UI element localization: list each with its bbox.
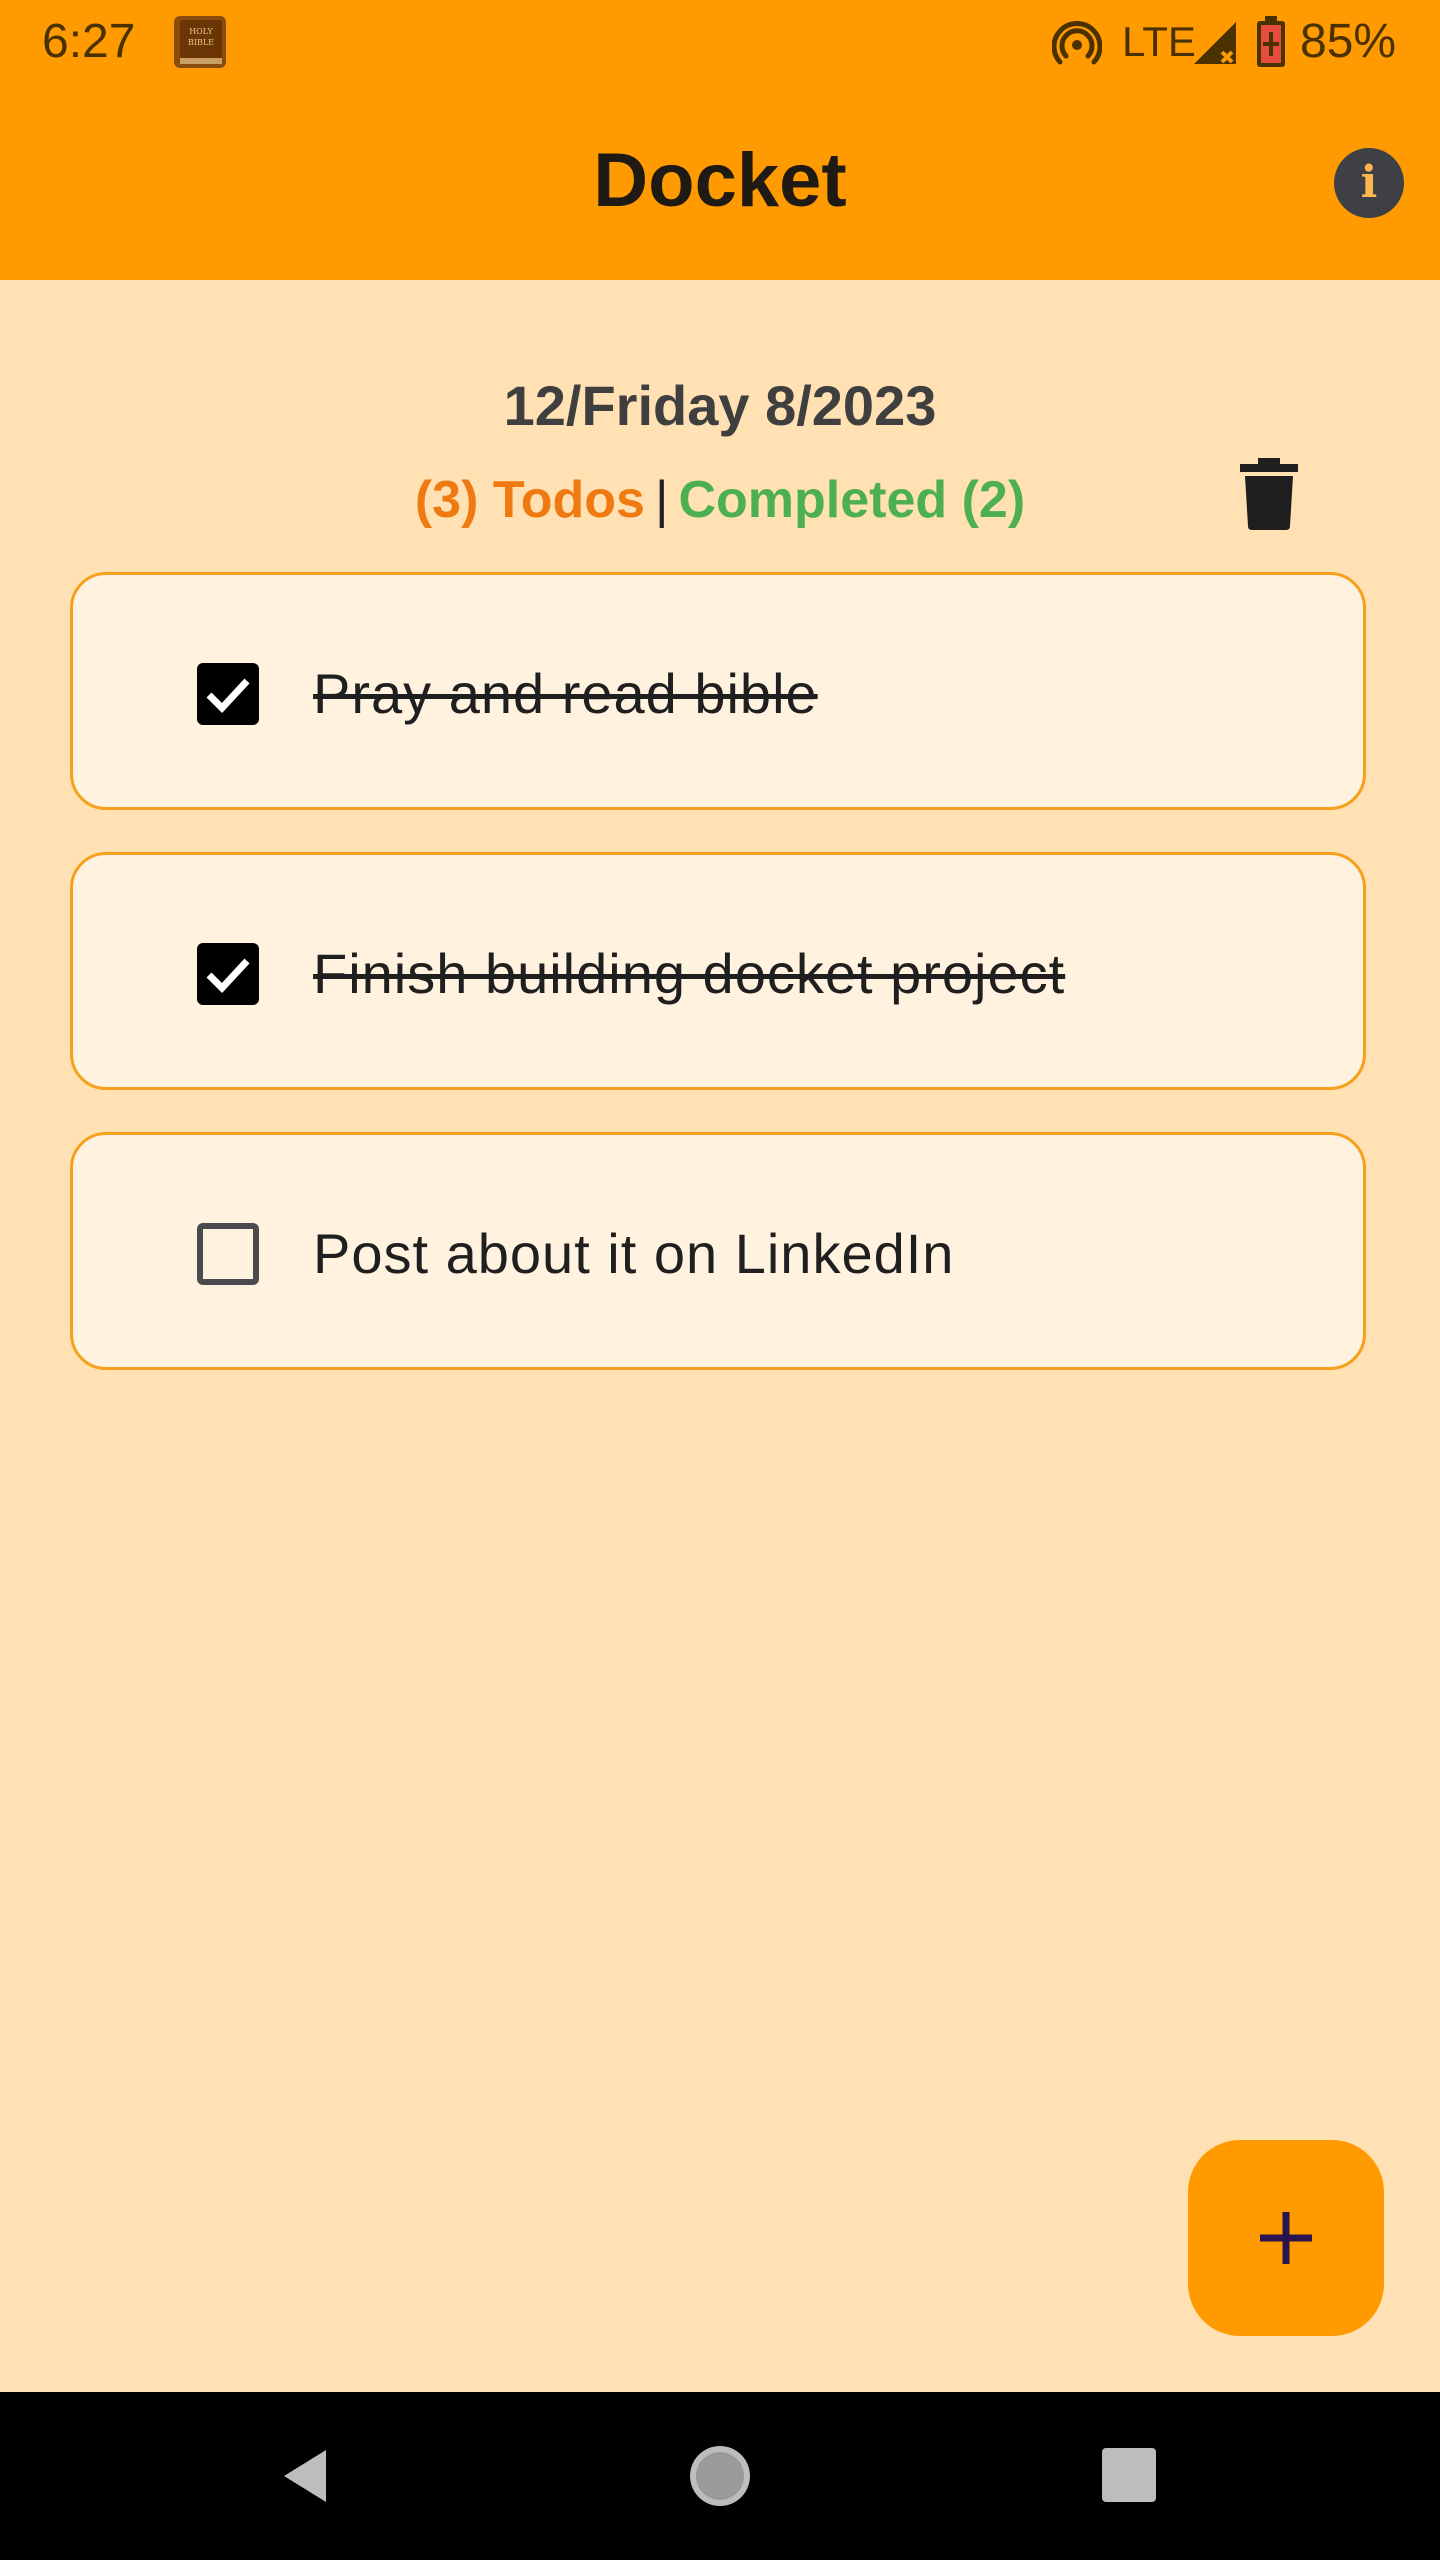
todo-text: Pray and read bible	[313, 662, 818, 725]
network-type: LTE	[1122, 18, 1196, 65]
todo-checkbox[interactable]	[197, 663, 259, 725]
home-icon[interactable]	[680, 2436, 760, 2516]
completed-count: Completed (2)	[678, 471, 1026, 529]
docket-screen: 6:27 HOLY BIBLE LTE 85% Docket i 12/Frid…	[0, 0, 1440, 2560]
info-icon: i	[1360, 157, 1378, 208]
holy-bible-app-icon: HOLY BIBLE	[174, 16, 226, 68]
todo-card[interactable]: Post about it on LinkedIn	[70, 1132, 1366, 1370]
delete-button[interactable]	[1238, 458, 1300, 530]
todo-text: Finish building docket project	[313, 942, 1066, 1005]
battery-charging-icon	[1257, 16, 1285, 67]
recent-apps-icon[interactable]	[1090, 2436, 1170, 2516]
todo-card[interactable]: Pray and read bible	[70, 572, 1366, 810]
summary-line: (3) Todos | Completed (2)	[0, 462, 1440, 538]
summary-separator: |	[654, 471, 669, 529]
plus-icon	[1260, 2212, 1312, 2264]
todo-text: Post about it on LinkedIn	[313, 1222, 955, 1285]
app-bar: Docket i	[0, 84, 1440, 280]
todos-count: (3) Todos	[414, 471, 645, 529]
status-time: 6:27	[42, 15, 136, 68]
signal-icon	[1194, 22, 1236, 64]
add-todo-button[interactable]	[1188, 2140, 1384, 2336]
checkmark-icon	[206, 678, 250, 714]
checkmark-icon	[206, 958, 250, 994]
info-button[interactable]: i	[1334, 148, 1404, 218]
todo-card[interactable]: Finish building docket project	[70, 852, 1366, 1090]
status-bar: 6:27 HOLY BIBLE LTE 85%	[0, 0, 1440, 84]
app-title: Docket	[593, 138, 847, 223]
svg-text:BIBLE: BIBLE	[188, 38, 214, 47]
svg-text:HOLY: HOLY	[189, 27, 213, 36]
back-icon[interactable]	[270, 2436, 350, 2516]
todo-checkbox[interactable]	[197, 1223, 259, 1285]
date-heading: 12/Friday 8/2023	[503, 374, 937, 437]
trash-icon	[1240, 458, 1298, 530]
system-nav-bar	[0, 2392, 1440, 2560]
todo-checkbox[interactable]	[197, 943, 259, 1005]
hotspot-icon	[1052, 21, 1102, 65]
battery-level: 85%	[1300, 15, 1397, 68]
